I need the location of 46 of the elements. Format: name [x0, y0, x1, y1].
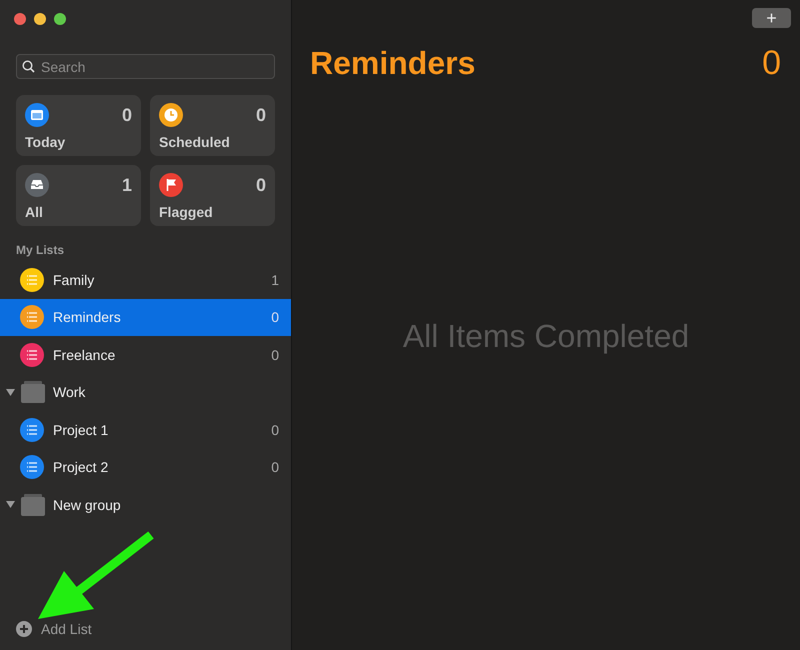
list-item[interactable]: Project 1 0: [0, 411, 291, 448]
count: 0: [271, 309, 279, 326]
list-title: Reminders: [310, 45, 476, 82]
folder-icon: [21, 494, 45, 516]
count: 0: [256, 105, 266, 126]
group-item[interactable]: New group: [0, 486, 291, 524]
card-label: Flagged: [159, 204, 214, 220]
list-name: Project 1: [53, 422, 110, 438]
window-control[interactable]: [34, 13, 46, 25]
disclosure-triangle-icon[interactable]: [6, 500, 15, 510]
count: 1: [122, 175, 132, 196]
group-name: New group: [53, 496, 122, 513]
empty-message: All Items Completed: [402, 318, 690, 356]
card-label: Scheduled: [159, 134, 231, 150]
list-name: Freelance: [53, 346, 116, 363]
window-control[interactable]: [14, 13, 26, 25]
add-button[interactable]: +: [752, 8, 791, 28]
card-label: All: [25, 204, 44, 220]
count: 0: [256, 175, 266, 196]
count: 0: [122, 105, 132, 126]
group-name: Work: [53, 384, 86, 400]
list-name: Family: [53, 272, 96, 288]
card-label: Today: [25, 134, 66, 150]
smart-list-card[interactable]: 0 Scheduled: [150, 95, 275, 156]
count: 0: [271, 459, 279, 476]
search-field[interactable]: Search: [16, 54, 275, 79]
folder-icon: [21, 381, 45, 404]
smart-list-card[interactable]: 1 All: [16, 165, 141, 226]
list-name: Reminders: [53, 309, 122, 326]
count: 1: [271, 272, 279, 288]
disclosure-triangle-icon[interactable]: [6, 388, 15, 397]
list-item[interactable]: Reminders 0: [0, 298, 291, 336]
count: 0: [271, 346, 279, 363]
list-item[interactable]: Freelance 0: [0, 336, 291, 374]
list-name: Project 2: [53, 459, 110, 476]
count: 0: [762, 44, 781, 83]
group-item[interactable]: Work: [0, 374, 291, 411]
window-control[interactable]: [54, 13, 66, 25]
list-item[interactable]: Project 2 0: [0, 448, 291, 486]
smart-list-card[interactable]: 0 Today: [16, 95, 141, 156]
add-list-button[interactable]: Add List: [16, 621, 92, 637]
smart-list-card[interactable]: 0 Flagged: [150, 165, 275, 226]
list-item[interactable]: Family 1: [0, 261, 291, 298]
plus-circle-icon: [16, 621, 32, 637]
section-heading: My Lists: [16, 243, 66, 257]
count: 0: [271, 422, 279, 438]
